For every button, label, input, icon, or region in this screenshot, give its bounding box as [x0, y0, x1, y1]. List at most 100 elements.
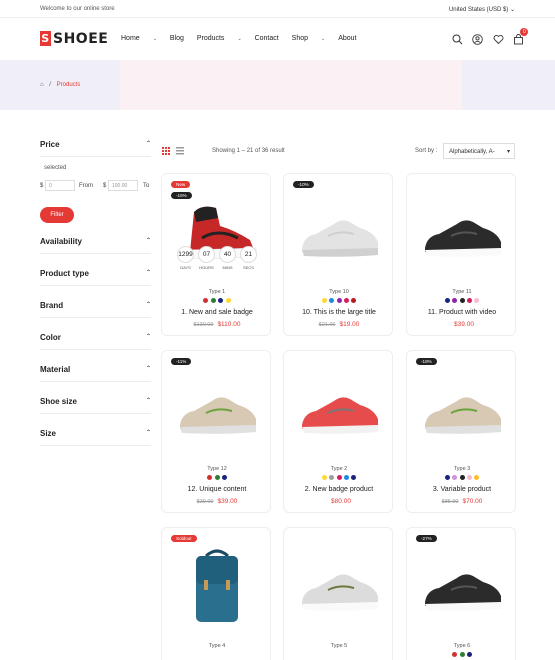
price-max-input[interactable]: 100.00: [108, 180, 138, 191]
product-badge: -11%: [171, 358, 192, 365]
filter-section-header[interactable]: Color ⌃: [40, 333, 151, 349]
color-swatch[interactable]: [329, 475, 335, 480]
product-image[interactable]: [294, 192, 384, 272]
color-swatch[interactable]: [452, 652, 458, 657]
nav-home[interactable]: Home ⌄: [121, 35, 157, 42]
product-card[interactable]: -18% Type 3 3. Variable product $85.00 $70.…: [406, 350, 516, 513]
color-swatch[interactable]: [221, 475, 227, 480]
price-min-input[interactable]: 0: [45, 180, 75, 191]
product-image[interactable]: [417, 546, 507, 626]
filter-section-header[interactable]: Shoe size ⌃: [40, 397, 151, 413]
color-swatch[interactable]: [225, 298, 231, 303]
product-image[interactable]: [417, 369, 507, 449]
product-card[interactable]: Type 11 11. Product with video $39.00: [406, 173, 516, 336]
product-image[interactable]: [172, 546, 262, 626]
product-name[interactable]: 12. Unique content: [162, 486, 272, 493]
color-swatch[interactable]: [459, 652, 465, 657]
color-swatch[interactable]: [214, 475, 220, 480]
product-name[interactable]: 1. New and sale badge: [162, 309, 272, 316]
filter-section-header[interactable]: Material ⌃: [40, 365, 151, 381]
price-selected-label: selected: [44, 165, 67, 171]
product-card[interactable]: New -15% 1299 DAYS 07 HOURS 40 MINS 21 SECS Type …: [161, 173, 271, 336]
cart-icon[interactable]: 0: [513, 28, 529, 45]
color-swatch[interactable]: [351, 298, 357, 303]
wishlist-icon[interactable]: [493, 32, 504, 45]
home-icon[interactable]: ⌂: [40, 82, 44, 88]
countdown-label: SECS: [243, 265, 254, 270]
color-swatch[interactable]: [336, 298, 342, 303]
nav-products[interactable]: Products ⌄: [197, 35, 242, 42]
current-price: $19.00: [339, 321, 360, 328]
account-icon[interactable]: [472, 32, 484, 45]
countdown-value: 1299: [177, 246, 194, 263]
color-swatch[interactable]: [474, 475, 480, 480]
nav-contact[interactable]: Contact: [255, 35, 279, 42]
color-swatch[interactable]: [466, 475, 472, 480]
color-swatch[interactable]: [452, 298, 458, 303]
product-card[interactable]: -10% Type 10 10. This is the large title $…: [283, 173, 393, 336]
filter-section-title: Size: [40, 429, 57, 438]
color-swatch[interactable]: [474, 298, 480, 303]
color-swatch[interactable]: [203, 298, 209, 303]
nav-blog[interactable]: Blog: [170, 35, 184, 42]
currency-selector[interactable]: United States (USD $) ⌄: [449, 6, 515, 13]
filter-section-header[interactable]: Size ⌃: [40, 429, 151, 445]
product-name[interactable]: 3. Variable product: [407, 486, 517, 493]
nav-about[interactable]: About: [338, 35, 356, 42]
product-card[interactable]: -27% Type 6: [406, 527, 516, 660]
grid-toolbar: Showing 1 – 21 of 36 result Sort by : Al…: [161, 140, 516, 162]
product-card[interactable]: Type 55. Simple product: [283, 527, 393, 660]
product-badge: -27%: [416, 535, 437, 542]
color-swatch[interactable]: [329, 298, 335, 303]
product-image[interactable]: [294, 546, 384, 626]
color-swatch[interactable]: [321, 475, 327, 480]
color-swatch[interactable]: [336, 475, 342, 480]
chevron-up-icon: ⌃: [145, 366, 151, 372]
color-swatch[interactable]: [466, 652, 472, 657]
product-card[interactable]: -11% Type 12 12. Unique content $39.00 $39.…: [161, 350, 271, 513]
search-icon[interactable]: [452, 32, 463, 45]
product-image[interactable]: [294, 369, 384, 449]
color-swatch[interactable]: [343, 298, 349, 303]
product-image[interactable]: [417, 192, 507, 272]
color-swatch[interactable]: [444, 475, 450, 480]
product-badge: New: [171, 181, 191, 188]
product-card[interactable]: Soldout Type 44. Soldout product: [161, 527, 271, 660]
color-swatch[interactable]: [210, 298, 216, 303]
color-swatch[interactable]: [459, 298, 465, 303]
product-image[interactable]: [172, 369, 262, 449]
filter-sections: Availability ⌃ Product type ⌃ Brand ⌃ Color ⌃ Ma…: [40, 237, 151, 446]
list-view-icon[interactable]: [176, 147, 184, 155]
color-swatch[interactable]: [459, 475, 465, 480]
product-card[interactable]: Type 2 2. New badge product $80.00: [283, 350, 393, 513]
sort-select[interactable]: Alphabetically, A- ▾: [443, 143, 515, 159]
product-price: $80.00: [284, 498, 394, 505]
color-swatch[interactable]: [218, 298, 224, 303]
product-name[interactable]: 2. New badge product: [284, 486, 394, 493]
current-price: $110.00: [217, 321, 241, 328]
nav-products-label: Products: [196, 35, 225, 42]
product-badge: -10%: [293, 181, 314, 188]
color-swatch[interactable]: [321, 298, 327, 303]
color-swatch[interactable]: [351, 475, 357, 480]
color-swatch[interactable]: [444, 298, 450, 303]
chevron-up-icon: ⌃: [145, 270, 151, 276]
color-swatch[interactable]: [207, 475, 213, 480]
filter-button[interactable]: Filter: [40, 207, 74, 223]
nav-shop[interactable]: Shop ⌄: [292, 35, 326, 42]
product-name[interactable]: 11. Product with video: [407, 309, 517, 316]
filter-section-header[interactable]: Product type ⌃: [40, 269, 151, 285]
filter-price-header[interactable]: Price ⌃: [40, 140, 151, 156]
product-type: Type 6: [453, 643, 471, 649]
filter-section-title: Product type: [40, 269, 89, 278]
current-price: $80.00: [331, 498, 351, 505]
logo[interactable]: S SHOEE: [40, 31, 108, 47]
filter-section-header[interactable]: Brand ⌃: [40, 301, 151, 317]
color-swatch[interactable]: [452, 475, 458, 480]
filter-section-header[interactable]: Availability ⌃: [40, 237, 151, 253]
chevron-up-icon: ⌃: [145, 334, 151, 340]
grid-view-icon[interactable]: [162, 147, 170, 155]
product-name[interactable]: 10. This is the large title: [284, 309, 394, 316]
color-swatch[interactable]: [466, 298, 472, 303]
color-swatch[interactable]: [343, 475, 349, 480]
